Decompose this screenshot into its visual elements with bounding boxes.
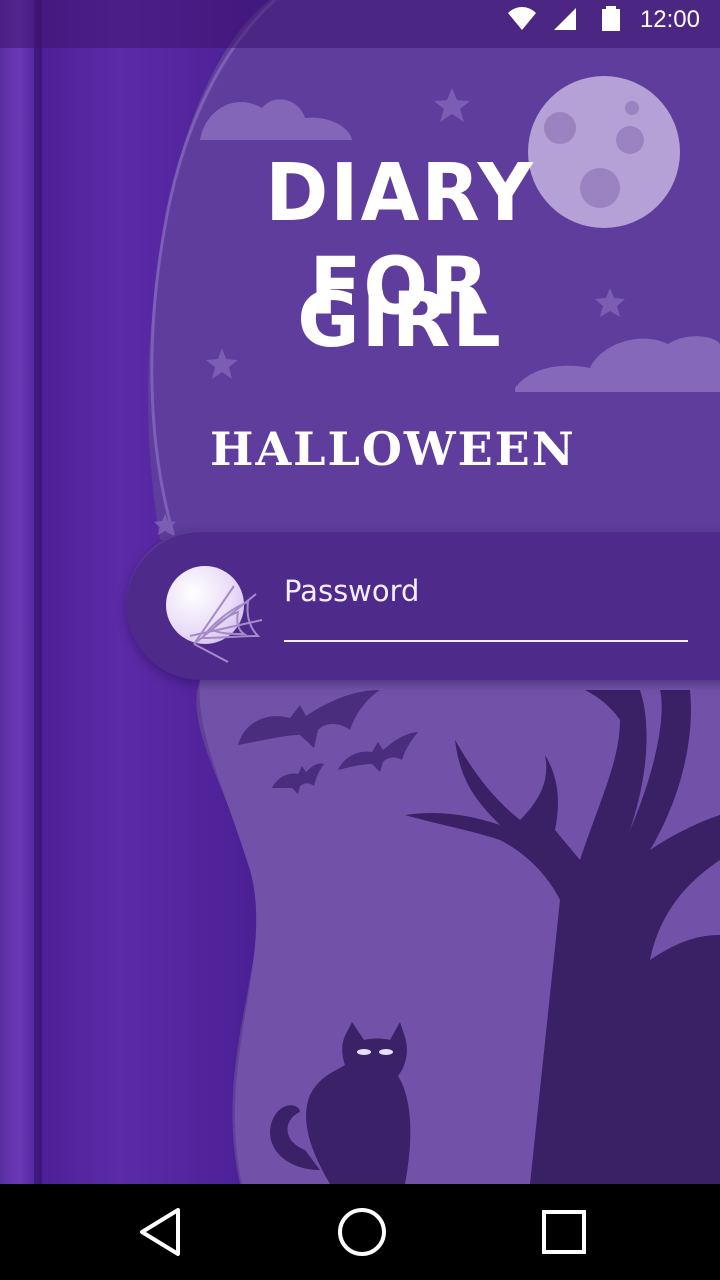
recents-icon[interactable]: [534, 1202, 594, 1262]
back-icon[interactable]: [130, 1202, 190, 1262]
battery-icon: [602, 6, 620, 31]
status-bar: 12:00: [0, 0, 720, 48]
app-title-line2: GIRL: [297, 275, 503, 364]
cat-eye: [357, 1049, 371, 1055]
app-screen: 12:00 DIARY FOR GIRL HALLOWEEN: [0, 0, 720, 1184]
cat-eye: [379, 1049, 393, 1055]
moon-crater: [544, 112, 576, 144]
navigation-bar: [0, 1184, 720, 1280]
status-time: 12:00: [639, 6, 700, 33]
home-icon[interactable]: [332, 1202, 392, 1262]
app-subtitle: HALLOWEEN: [210, 422, 576, 476]
moon-crater: [616, 126, 644, 154]
password-input[interactable]: [284, 566, 688, 642]
moon-crater: [625, 101, 639, 115]
signal-icon: [554, 8, 576, 30]
spider-web-icon: [189, 585, 263, 663]
wifi-icon: [508, 7, 536, 30]
